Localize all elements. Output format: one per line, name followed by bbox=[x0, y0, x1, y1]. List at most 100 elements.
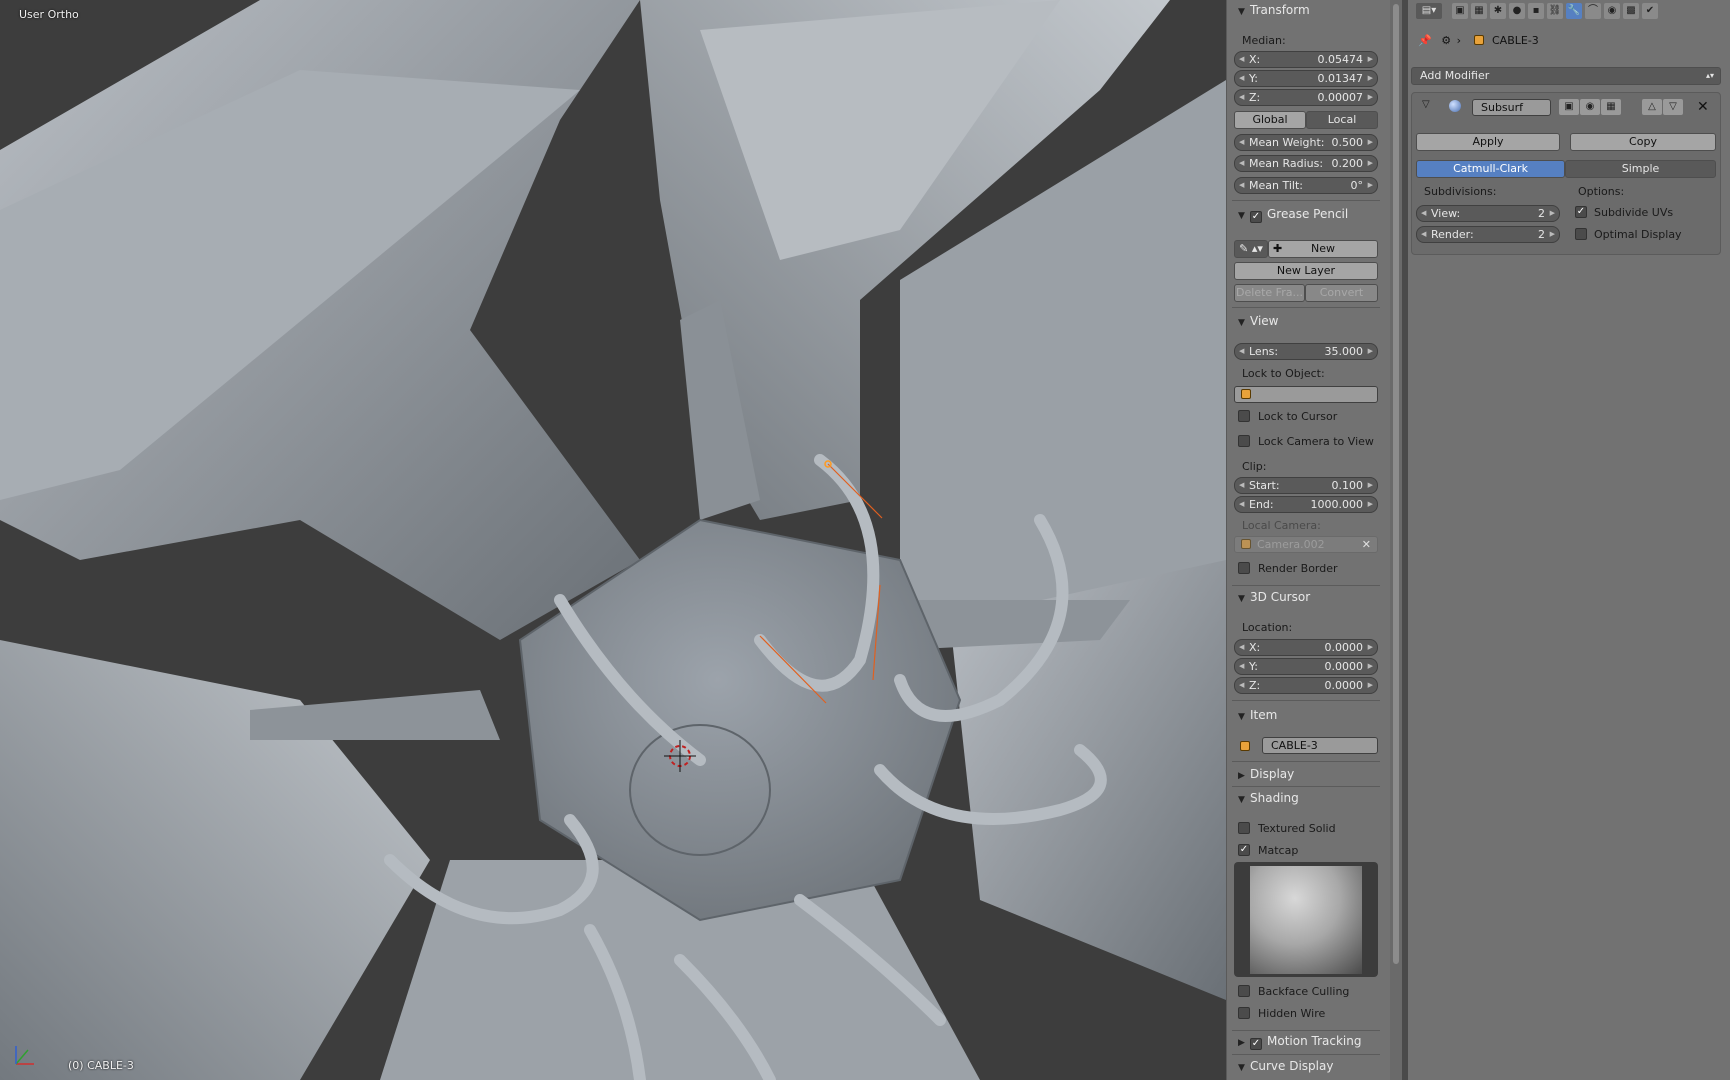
remove-modifier-close-icon[interactable]: ✕ bbox=[1697, 99, 1709, 115]
divider bbox=[1232, 700, 1380, 701]
matcap-checkbox[interactable]: ✓ bbox=[1238, 844, 1250, 856]
render-subdivisions-field[interactable]: ◀ Render: 2 ▶ bbox=[1416, 226, 1560, 243]
display-panel-header[interactable]: ▶ Display bbox=[1238, 764, 1294, 784]
breadcrumb: 📌 ⚙ › CABLE-3 bbox=[1418, 34, 1539, 47]
clip-end-field[interactable]: ◀ End: 1000.000 ▶ bbox=[1234, 496, 1378, 513]
clip-label: Clip: bbox=[1242, 460, 1267, 473]
data-tab-icon[interactable]: ⌒ bbox=[1585, 3, 1601, 19]
physics-tab-icon[interactable]: ✔ bbox=[1642, 3, 1658, 19]
median-y-field[interactable]: ◀ Y: 0.01347 ▶ bbox=[1234, 70, 1378, 87]
view-panel-header[interactable]: ▼ View bbox=[1238, 311, 1278, 331]
global-toggle[interactable]: Global bbox=[1234, 111, 1306, 129]
render-visibility-icon[interactable]: ▣ bbox=[1559, 99, 1579, 115]
clear-x-icon[interactable]: ✕ bbox=[1362, 537, 1371, 552]
shading-panel-header[interactable]: ▼ Shading bbox=[1238, 788, 1299, 808]
local-camera-label: Local Camera: bbox=[1242, 519, 1321, 532]
collapse-triangle-icon: ▶ bbox=[1238, 1038, 1245, 1048]
world-tab-icon[interactable]: ● bbox=[1509, 3, 1525, 19]
collapse-triangle-icon: ▶ bbox=[1238, 771, 1245, 781]
local-camera-field[interactable]: Camera.002 ✕ bbox=[1234, 536, 1378, 553]
expand-triangle-icon: ▼ bbox=[1238, 211, 1245, 221]
local-toggle[interactable]: Local bbox=[1306, 111, 1378, 129]
editor-type-icon[interactable]: ▤▾ bbox=[1416, 3, 1442, 19]
lens-field[interactable]: ◀ Lens: 35.000 ▶ bbox=[1234, 343, 1378, 360]
delete-frame-button[interactable]: Delete Fra... bbox=[1234, 284, 1305, 302]
scene-tab-icon[interactable]: ✱ bbox=[1490, 3, 1506, 19]
expand-triangle-icon: ▼ bbox=[1238, 594, 1245, 604]
textured-solid-checkbox[interactable] bbox=[1238, 822, 1250, 834]
scrollbar-thumb[interactable] bbox=[1393, 4, 1399, 964]
material-tab-icon[interactable]: ◉ bbox=[1604, 3, 1620, 19]
median-z-field[interactable]: ◀ Z: 0.00007 ▶ bbox=[1234, 89, 1378, 106]
new-grease-pencil-button[interactable]: ✚ New bbox=[1268, 240, 1378, 258]
viewport-scene bbox=[0, 0, 1226, 1080]
lock-to-cursor-label: Lock to Cursor bbox=[1258, 410, 1338, 423]
move-up-icon[interactable]: △ bbox=[1642, 99, 1662, 115]
mean-weight-field[interactable]: ◀ Mean Weight: 0.500 ▶ bbox=[1234, 134, 1378, 151]
mean-radius-field[interactable]: ◀ Mean Radius: 0.200 ▶ bbox=[1234, 155, 1378, 172]
clip-start-field[interactable]: ◀ Start: 0.100 ▶ bbox=[1234, 477, 1378, 494]
constraints-tab-icon[interactable]: ⛓ bbox=[1547, 3, 1563, 19]
median-x-field[interactable]: ◀ X: 0.05474 ▶ bbox=[1234, 51, 1378, 68]
lock-camera-label: Lock Camera to View bbox=[1258, 435, 1374, 448]
mean-tilt-field[interactable]: ◀ Mean Tilt: 0° ▶ bbox=[1234, 177, 1378, 194]
properties-editor[interactable]: ▤▾ ▣ ▦ ✱ ● ▪ ⛓ 🔧 ⌒ ◉ ▩ ✔ 📌 ⚙ › CABLE-3 A… bbox=[1408, 0, 1730, 1080]
backface-culling-checkbox[interactable] bbox=[1238, 985, 1250, 997]
apply-button[interactable]: Apply bbox=[1416, 133, 1560, 151]
copy-button[interactable]: Copy bbox=[1570, 133, 1716, 151]
expand-triangle-icon: ▼ bbox=[1238, 1063, 1245, 1073]
pin-icon[interactable]: 📌 bbox=[1418, 34, 1432, 47]
render-tab-icon[interactable]: ▣ bbox=[1452, 3, 1468, 19]
view-subdivisions-field[interactable]: ◀ View: 2 ▶ bbox=[1416, 205, 1560, 222]
add-modifier-dropdown[interactable]: Add Modifier ▴▾ bbox=[1411, 67, 1721, 85]
camera-object-icon bbox=[1241, 539, 1251, 549]
lock-to-cursor-checkbox[interactable] bbox=[1238, 410, 1250, 422]
n-panel-scrollbar[interactable] bbox=[1390, 0, 1402, 1080]
catmull-clark-toggle[interactable]: Catmull-Clark bbox=[1416, 160, 1565, 178]
expand-triangle-icon: ▼ bbox=[1238, 7, 1245, 17]
3d-viewport[interactable]: User Ortho (0) CABLE-3 bbox=[0, 0, 1226, 1080]
item-panel-header[interactable]: ▼ Item bbox=[1238, 705, 1277, 725]
divider bbox=[1232, 307, 1380, 308]
hidden-wire-label: Hidden Wire bbox=[1258, 1007, 1326, 1020]
edit-mode-icon[interactable]: ▦ bbox=[1601, 99, 1621, 115]
cursor-x-field[interactable]: ◀ X: 0.0000 ▶ bbox=[1234, 639, 1378, 656]
object-icon bbox=[1474, 35, 1485, 45]
curve-display-panel-header[interactable]: ▼ Curve Display bbox=[1238, 1056, 1333, 1076]
divider bbox=[1232, 585, 1380, 586]
cursor-z-field[interactable]: ◀ Z: 0.0000 ▶ bbox=[1234, 677, 1378, 694]
divider bbox=[1232, 761, 1380, 762]
item-name-field[interactable]: CABLE-3 bbox=[1262, 737, 1378, 754]
object-tab-icon[interactable]: ▪ bbox=[1528, 3, 1544, 19]
object-icon bbox=[1241, 389, 1251, 399]
lock-object-field[interactable] bbox=[1234, 386, 1378, 403]
divider bbox=[1232, 786, 1380, 787]
new-layer-button[interactable]: New Layer bbox=[1234, 262, 1378, 280]
3d-cursor-panel-header[interactable]: ▼ 3D Cursor bbox=[1238, 587, 1310, 607]
motion-tracking-panel-header[interactable]: ▶ ✓ Motion Tracking bbox=[1238, 1031, 1361, 1051]
collapse-triangle-icon[interactable]: ▽ bbox=[1422, 99, 1430, 110]
optimal-display-checkbox[interactable] bbox=[1575, 228, 1587, 240]
chevron-right-icon: › bbox=[1456, 34, 1461, 47]
modifier-name-field[interactable]: Subsurf bbox=[1472, 99, 1551, 116]
render-layers-tab-icon[interactable]: ▦ bbox=[1471, 3, 1487, 19]
cursor-y-field[interactable]: ◀ Y: 0.0000 ▶ bbox=[1234, 658, 1378, 675]
expand-triangle-icon: ▼ bbox=[1238, 712, 1245, 722]
grease-pencil-enable-checkbox[interactable]: ✓ bbox=[1250, 211, 1262, 223]
subdivide-uvs-label: Subdivide UVs bbox=[1594, 206, 1674, 219]
grease-pencil-panel-header[interactable]: ▼ ✓ Grease Pencil bbox=[1238, 204, 1348, 224]
modifiers-tab-icon[interactable]: 🔧 bbox=[1566, 3, 1582, 19]
render-border-checkbox[interactable] bbox=[1238, 562, 1250, 574]
motion-tracking-checkbox[interactable]: ✓ bbox=[1250, 1038, 1262, 1050]
texture-tab-icon[interactable]: ▩ bbox=[1623, 3, 1639, 19]
lock-camera-checkbox[interactable] bbox=[1238, 435, 1250, 447]
pencil-icon-dropdown[interactable]: ✎ ▴▾ bbox=[1234, 240, 1268, 258]
convert-button[interactable]: Convert bbox=[1305, 284, 1378, 302]
transform-panel-header[interactable]: ▼ Transform bbox=[1238, 0, 1310, 20]
simple-toggle[interactable]: Simple bbox=[1565, 160, 1716, 178]
matcap-preview-frame[interactable] bbox=[1234, 862, 1378, 977]
move-down-icon[interactable]: ▽ bbox=[1663, 99, 1683, 115]
subdivide-uvs-checkbox[interactable]: ✓ bbox=[1575, 206, 1587, 218]
viewport-visibility-eye-icon[interactable]: ◉ bbox=[1580, 99, 1600, 115]
hidden-wire-checkbox[interactable] bbox=[1238, 1007, 1250, 1019]
